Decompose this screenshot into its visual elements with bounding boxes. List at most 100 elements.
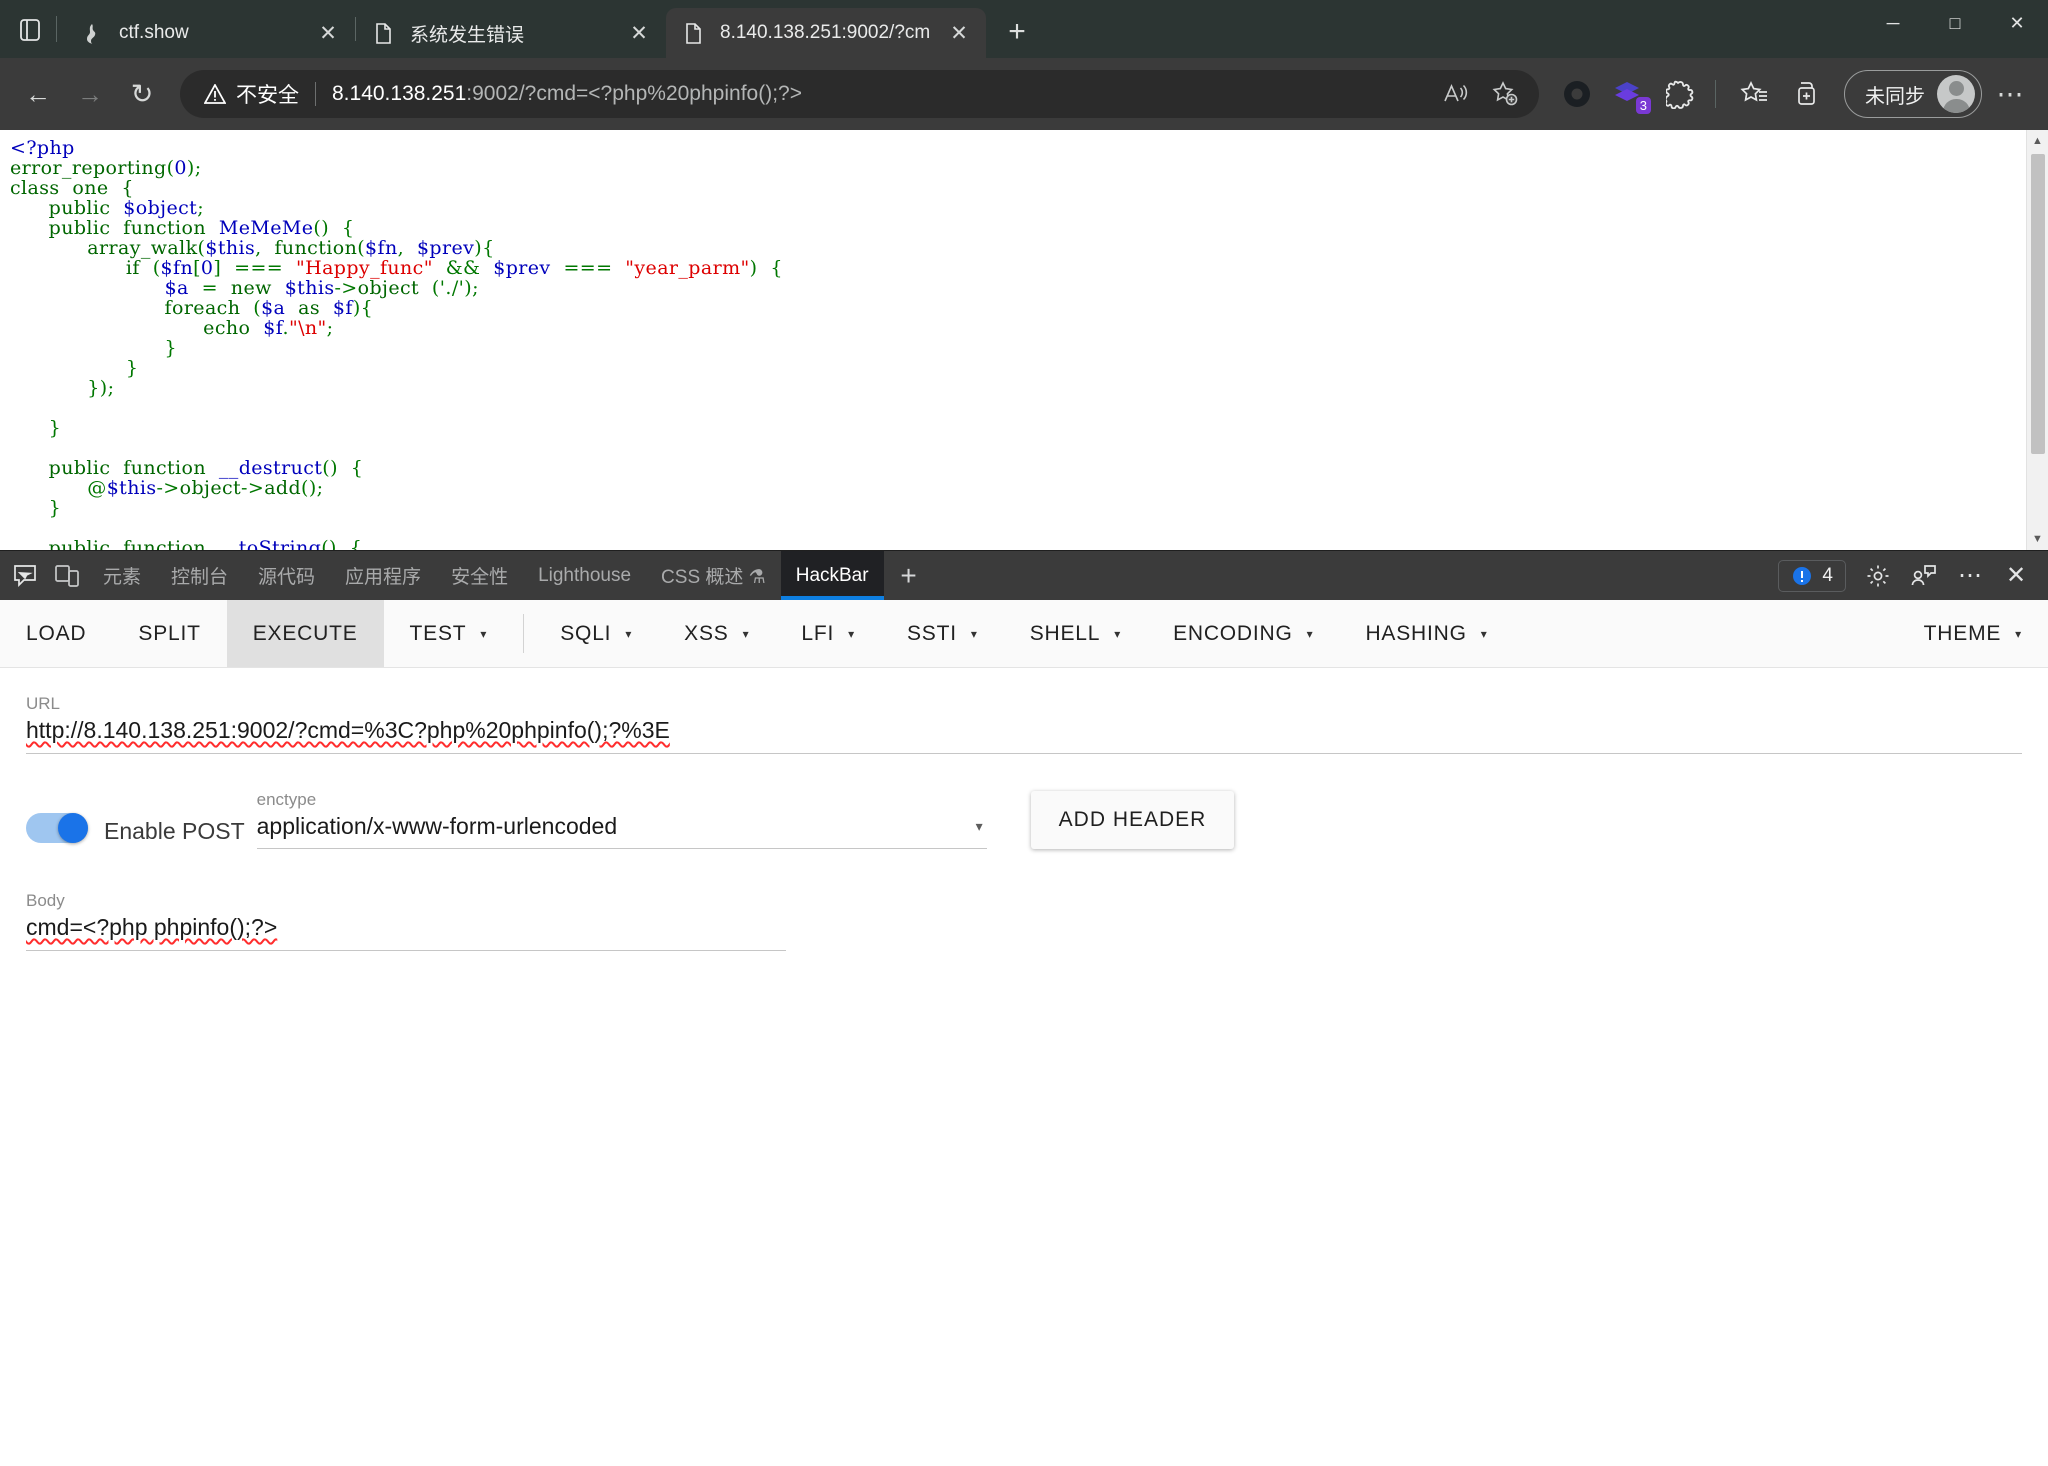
tab-0[interactable]: ctf.show ✕ <box>65 8 355 58</box>
devtools-tab-css-overview[interactable]: CSS 概述 ⚗ <box>646 551 781 600</box>
code-token: ( <box>419 277 440 299</box>
read-aloud-icon[interactable] <box>1431 70 1479 118</box>
feedback-icon[interactable] <box>1902 556 1946 596</box>
code-line: public $object; <box>10 197 204 219</box>
code-line: echo $f."\n"; <box>10 317 333 339</box>
tab-1[interactable]: 系统发生错误 ✕ <box>356 8 666 58</box>
code-token: -> <box>334 277 358 299</box>
more-options-button[interactable]: ⋯ <box>1986 70 2034 118</box>
add-header-button[interactable]: ADD HEADER <box>1030 791 1235 849</box>
hackbar-load-button[interactable]: LOAD <box>0 600 112 667</box>
url-input[interactable]: http://8.140.138.251:9002/?cmd=%3C?php%2… <box>26 717 2022 754</box>
code-token: add <box>264 477 302 499</box>
code-line: if ($fn[0] === "Happy_func" && $prev ===… <box>10 257 783 279</box>
hackbar-hashing-label: HASHING <box>1365 621 1467 645</box>
hackbar-encoding-menu[interactable]: ENCODING ▾ <box>1147 600 1339 667</box>
hackbar-execute-button[interactable]: EXECUTE <box>226 600 384 667</box>
toolbar-divider <box>523 614 525 653</box>
forward-button[interactable]: → <box>66 70 114 118</box>
enctype-select[interactable]: application/x-www-form-urlencoded ▾ <box>256 813 987 849</box>
tab-close-icon[interactable]: ✕ <box>311 16 345 50</box>
device-toolbar-icon[interactable] <box>46 551 88 600</box>
gear-icon[interactable] <box>1856 556 1900 596</box>
hackbar-shell-menu[interactable]: SHELL ▾ <box>1004 600 1147 667</box>
code-line: class one { <box>10 177 134 199</box>
scrollbar-thumb[interactable] <box>2030 154 2045 454</box>
devtools-tab-hackbar[interactable]: HackBar <box>780 551 884 600</box>
tab-2[interactable]: 8.140.138.251:9002/?cmd=<?php ✕ <box>666 8 986 58</box>
code-token: __toString <box>218 537 322 550</box>
code-token: () { <box>321 537 363 550</box>
code-token: error_reporting <box>10 157 167 179</box>
tab-title: 系统发生错误 <box>410 24 525 46</box>
issues-counter-button[interactable]: 4 <box>1778 559 1846 592</box>
code-token: , <box>397 237 417 259</box>
hackbar-xss-menu[interactable]: XSS ▾ <box>658 600 775 667</box>
code-token: public <box>10 197 124 219</box>
code-token: ; <box>326 317 334 339</box>
hackbar-sqli-menu[interactable]: SQLI ▾ <box>534 600 658 667</box>
code-token: 0 <box>174 157 187 179</box>
window-controls: ─ □ ✕ <box>1862 0 2048 58</box>
code-token: "\n" <box>288 317 327 339</box>
new-tab-button[interactable]: + <box>994 9 1040 55</box>
chevron-down-icon: ▾ <box>1114 626 1122 641</box>
copilot-icon[interactable] <box>1553 70 1601 118</box>
code-line: array_walk($this, function($fn, $prev){ <box>10 237 495 259</box>
devtools-close-button[interactable]: ✕ <box>1994 556 2038 596</box>
minimize-button[interactable]: ─ <box>1862 0 1924 46</box>
enable-post-toggle[interactable] <box>26 813 88 843</box>
devtools-tab-bar: 元素 控制台 源代码 应用程序 安全性 Lighthouse CSS 概述 ⚗ … <box>0 550 2048 600</box>
address-bar[interactable]: 不安全 8.140.138.251:9002/?cmd=<?php%20phpi… <box>180 70 1539 118</box>
tab-close-icon[interactable]: ✕ <box>942 16 976 50</box>
devtools-tab-security[interactable]: 安全性 <box>436 551 523 600</box>
hackbar-hashing-menu[interactable]: HASHING ▾ <box>1339 600 1513 667</box>
issues-count: 4 <box>1822 564 1833 586</box>
devtools-tab-sources[interactable]: 源代码 <box>243 551 330 600</box>
favorites-icon[interactable] <box>1730 70 1778 118</box>
code-line: } <box>10 497 61 519</box>
code-token: $this <box>284 277 335 299</box>
enctype-field-group: enctype application/x-www-form-urlencode… <box>256 790 987 849</box>
code-token: , <box>255 237 275 259</box>
code-token: object <box>357 277 420 299</box>
devtools-tab-elements[interactable]: 元素 <box>88 551 156 600</box>
hackbar-test-menu[interactable]: TEST ▾ <box>384 600 514 667</box>
extension-badge-icon[interactable]: 3 <box>1605 70 1653 118</box>
code-token: -> <box>156 477 180 499</box>
page-scrollbar[interactable]: ▲ ▼ <box>2026 130 2048 550</box>
reload-button[interactable]: ↻ <box>118 70 166 118</box>
code-token: }); <box>10 377 115 399</box>
more-panels-button[interactable]: + <box>884 551 934 600</box>
chevron-down-icon: ▾ <box>625 626 633 641</box>
tab-actions-icon[interactable] <box>8 8 52 52</box>
maximize-button[interactable]: □ <box>1924 0 1986 46</box>
inspect-element-icon[interactable] <box>4 551 46 600</box>
hackbar-ssti-menu[interactable]: SSTI ▾ <box>881 600 1004 667</box>
code-token: public function <box>10 217 219 239</box>
hackbar-ssti-label: SSTI <box>906 621 957 645</box>
hackbar-theme-menu[interactable]: THEME ▾ <box>1898 600 2048 667</box>
profile-sync-button[interactable]: 未同步 <box>1844 70 1982 118</box>
code-token: 0 <box>200 257 214 279</box>
scroll-up-arrow[interactable]: ▲ <box>2027 130 2048 152</box>
code-token: __destruct <box>218 457 323 479</box>
hackbar-shell-label: SHELL <box>1029 621 1101 645</box>
add-favorite-icon[interactable] <box>1481 70 1529 118</box>
devtools-tab-console[interactable]: 控制台 <box>156 551 243 600</box>
extensions-icon[interactable] <box>1657 70 1705 118</box>
back-button[interactable]: ← <box>14 70 62 118</box>
collections-icon[interactable] <box>1782 70 1830 118</box>
devtools-more-button[interactable]: ⋯ <box>1948 556 1992 596</box>
hackbar-lfi-menu[interactable]: LFI ▾ <box>775 600 881 667</box>
url-field-group: URL http://8.140.138.251:9002/?cmd=%3C?p… <box>26 694 2022 754</box>
close-window-button[interactable]: ✕ <box>1986 0 2048 46</box>
hackbar-split-button[interactable]: SPLIT <box>112 600 226 667</box>
scroll-down-arrow[interactable]: ▼ <box>2027 528 2048 550</box>
chevron-down-icon: ▾ <box>848 626 855 641</box>
tab-close-icon[interactable]: ✕ <box>622 16 656 50</box>
devtools-tab-application[interactable]: 应用程序 <box>330 551 436 600</box>
body-input[interactable]: cmd=<?php phpinfo();?> <box>26 914 786 951</box>
code-token: <?php <box>10 137 75 159</box>
devtools-tab-lighthouse[interactable]: Lighthouse <box>523 551 646 600</box>
